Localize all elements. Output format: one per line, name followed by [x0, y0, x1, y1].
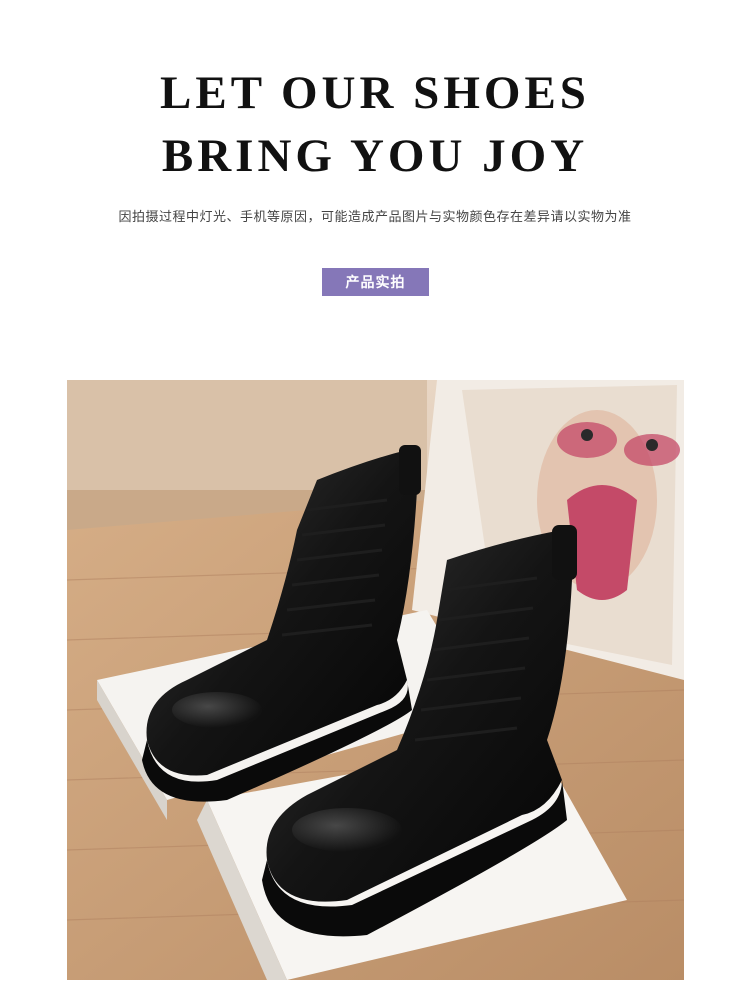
- section-badge: 产品实拍: [322, 268, 429, 296]
- headline-line-1: LET OUR SHOES: [160, 67, 590, 119]
- color-disclaimer: 因拍摄过程中灯光、手机等原因，可能造成产品图片与实物颜色存在差异请以实物为准: [118, 209, 632, 224]
- headline-line-2: BRING YOU JOY: [161, 130, 589, 182]
- product-photo: [67, 380, 684, 980]
